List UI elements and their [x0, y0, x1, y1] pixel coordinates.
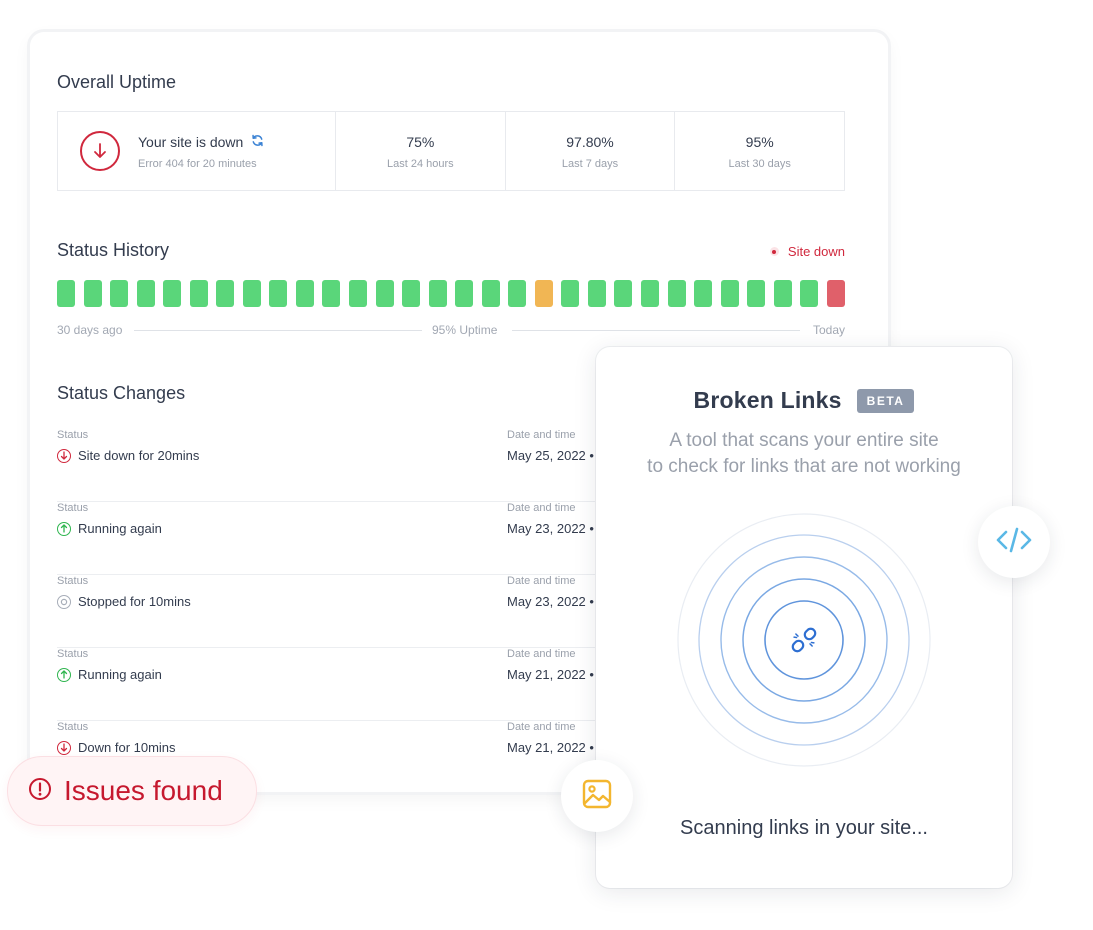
status-changes-title: Status Changes — [57, 383, 186, 403]
status-text: Stopped for 10mins — [78, 594, 191, 609]
status-label: Status — [57, 429, 89, 441]
status-text: Site down for 20mins — [78, 448, 200, 463]
site-status-subtitle: Error 404 for 20 minutes — [138, 158, 257, 170]
code-button[interactable] — [978, 506, 1050, 578]
history-bar-up[interactable] — [110, 280, 129, 307]
history-bar-up[interactable] — [163, 280, 182, 307]
arrow-down-circle-icon — [80, 131, 120, 171]
status-text: Running again — [78, 667, 162, 682]
timeline-line — [134, 330, 422, 331]
site-down-legend: Site down — [769, 244, 845, 259]
status-history-title: Status History — [57, 240, 170, 260]
metric-label: Last 24 hours — [387, 158, 454, 170]
history-bar-up[interactable] — [561, 280, 580, 307]
arrow-up-circle-icon — [57, 667, 71, 682]
history-bar-up[interactable] — [667, 280, 686, 307]
broken-links-title: Broken Links — [693, 387, 842, 413]
timeline-line — [512, 330, 800, 331]
image-button[interactable] — [561, 760, 633, 832]
site-status: Your site is down Error 404 for 20 minut… — [58, 112, 336, 190]
history-bar-up[interactable] — [83, 280, 102, 307]
history-bar-up[interactable] — [587, 280, 606, 307]
history-bar-up[interactable] — [428, 280, 447, 307]
date-text: May 21, 2022 • 9 — [507, 740, 605, 755]
date-label: Date and time — [507, 721, 576, 733]
timeline-end-label: Today — [812, 323, 845, 337]
status-label: Status — [57, 721, 89, 733]
history-bar-up[interactable] — [295, 280, 314, 307]
site-down-legend-label: Site down — [787, 244, 845, 259]
history-bar-up[interactable] — [189, 280, 208, 307]
date-text: May 25, 2022 • 9 — [507, 448, 605, 463]
date-label: Date and time — [507, 502, 576, 514]
status-text: Running again — [78, 521, 162, 536]
broken-links-description: A tool that scans your entire site to ch… — [596, 428, 1012, 480]
alert-circle-icon — [28, 777, 52, 806]
history-bar-up[interactable] — [402, 280, 421, 307]
history-bar-warn[interactable] — [534, 280, 553, 307]
history-bar-up[interactable] — [349, 280, 368, 307]
arrow-down-circle-icon — [57, 740, 71, 755]
history-bar-up[interactable] — [641, 280, 660, 307]
history-bar-up[interactable] — [242, 280, 261, 307]
timeline-uptime-label: 95% Uptime — [432, 323, 498, 337]
history-bar-up[interactable] — [508, 280, 527, 307]
history-bar-up[interactable] — [720, 280, 739, 307]
status-label: Status — [57, 575, 89, 587]
date-label: Date and time — [507, 429, 576, 441]
timeline-start-label: 30 days ago — [57, 323, 123, 337]
status-text: Down for 10mins — [78, 740, 176, 755]
overall-uptime-title: Overall Uptime — [57, 72, 177, 92]
history-bar-up[interactable] — [375, 280, 394, 307]
site-status-title: Your site is down — [138, 134, 244, 150]
history-bar-up[interactable] — [614, 280, 633, 307]
stop-circle-icon — [57, 594, 71, 609]
history-bar-up[interactable] — [57, 280, 75, 307]
metric-24h: 75% Last 24 hours — [336, 112, 506, 190]
history-bar-up[interactable] — [694, 280, 713, 307]
history-bar-up[interactable] — [216, 280, 235, 307]
history-bar-up[interactable] — [747, 280, 766, 307]
history-bar-up[interactable] — [269, 280, 288, 307]
arrow-down-circle-icon — [57, 448, 71, 463]
issues-found-badge[interactable]: Issues found — [7, 756, 257, 826]
history-bar-up[interactable] — [322, 280, 341, 307]
uptime-summary: Your site is down Error 404 for 20 minut… — [57, 111, 845, 191]
refresh-icon[interactable] — [251, 134, 264, 150]
history-timeline: 30 days ago 95% Uptime Today — [57, 323, 845, 339]
date-text: May 21, 2022 • 9 — [507, 667, 605, 682]
metric-label: Last 7 days — [561, 158, 619, 170]
history-bar-down[interactable] — [826, 280, 845, 307]
issues-found-label: Issues found — [64, 775, 223, 806]
metric-value: 97.80% — [566, 134, 614, 150]
metric-7d: 97.80% Last 7 days — [506, 112, 676, 190]
metric-value: 75% — [406, 134, 435, 150]
broken-links-card: Broken Links BETA A tool that scans your… — [596, 347, 1012, 888]
image-icon — [582, 779, 612, 814]
broken-link-icon — [791, 627, 817, 653]
description-line: to check for links that are not working — [647, 456, 961, 477]
history-bar-up[interactable] — [136, 280, 155, 307]
status-label: Status — [57, 648, 89, 660]
date-label: Date and time — [507, 575, 576, 587]
arrow-up-circle-icon — [57, 521, 71, 536]
scanning-status: Scanning links in your site... — [680, 817, 928, 839]
metric-label: Last 30 days — [728, 158, 791, 170]
metric-value: 95% — [745, 134, 774, 150]
date-text: May 23, 2022 • 9 — [507, 594, 605, 609]
history-bar-up[interactable] — [800, 280, 819, 307]
metric-30d: 95% Last 30 days — [675, 112, 844, 190]
date-text: May 23, 2022 • 9 — [507, 521, 605, 536]
status-label: Status — [57, 502, 89, 514]
code-icon — [996, 526, 1032, 559]
date-label: Date and time — [507, 648, 576, 660]
status-history-bars — [57, 280, 845, 307]
site-down-dot-icon — [769, 247, 779, 256]
history-bar-up[interactable] — [773, 280, 792, 307]
beta-badge: BETA — [856, 388, 915, 413]
history-bar-up[interactable] — [481, 280, 500, 307]
scan-radar — [677, 513, 931, 767]
description-line: A tool that scans your entire site — [669, 430, 939, 451]
history-bar-up[interactable] — [455, 280, 474, 307]
